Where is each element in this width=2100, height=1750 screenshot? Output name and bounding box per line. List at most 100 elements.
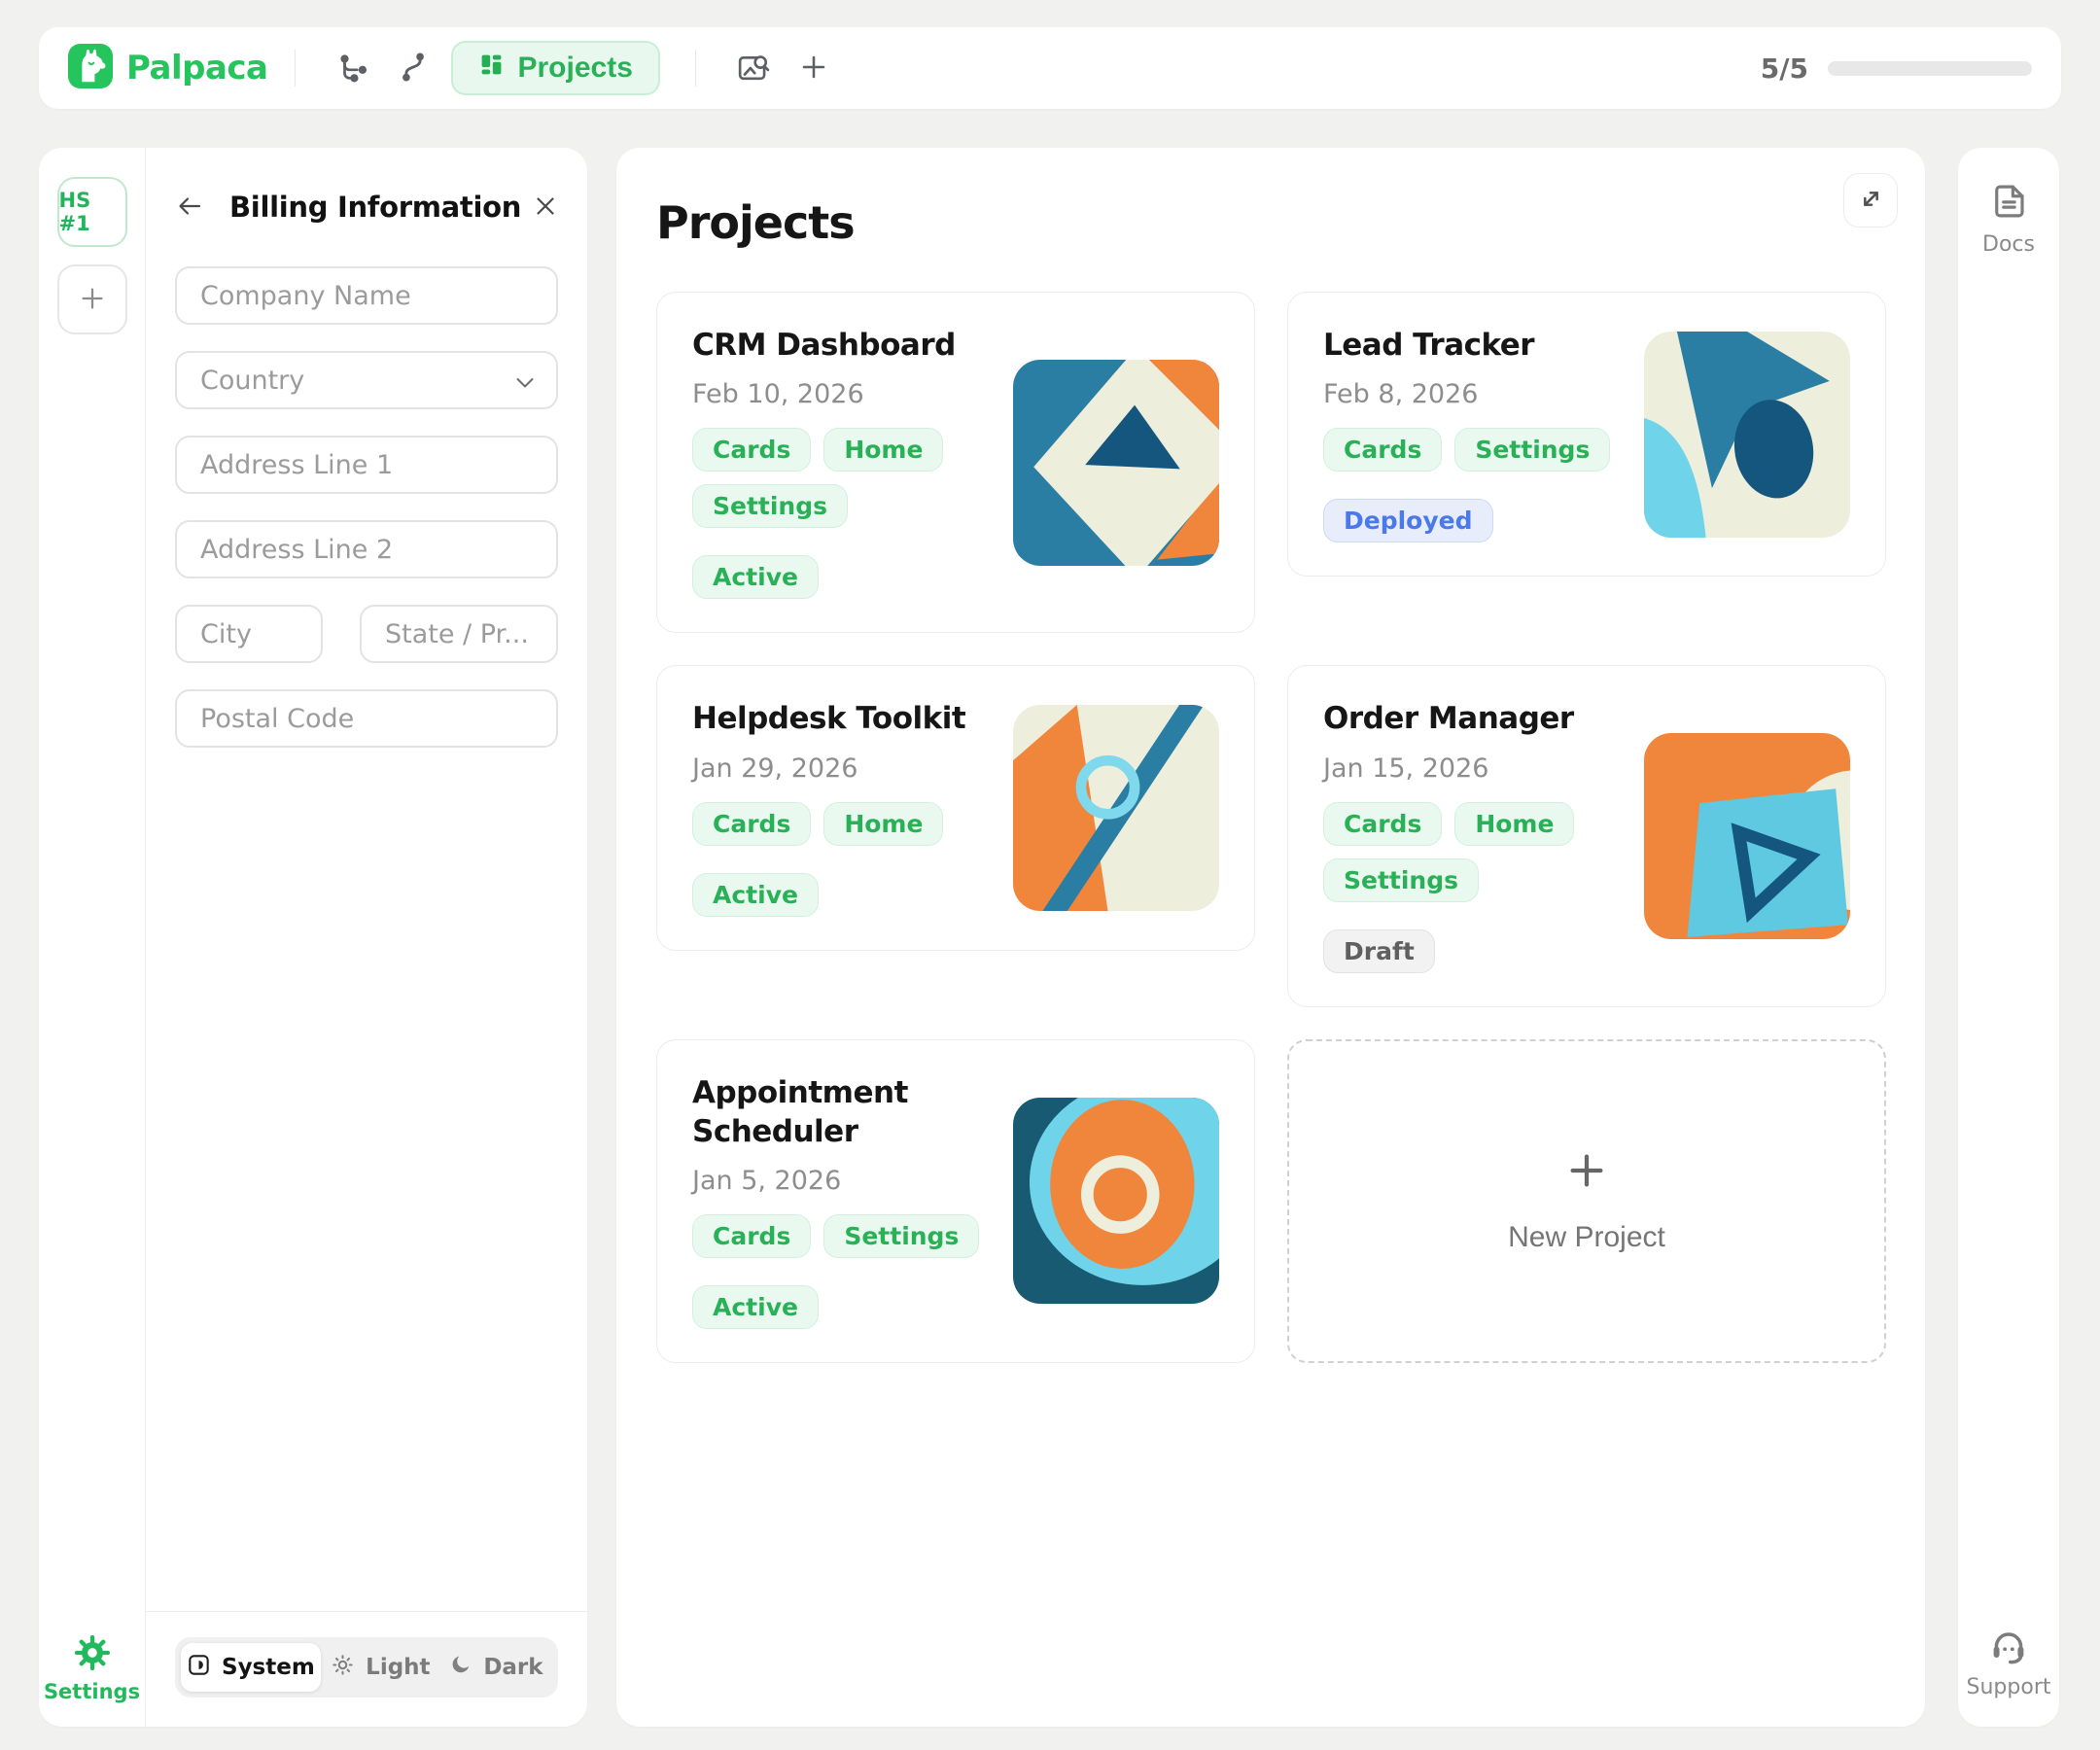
theme-dark-label: Dark bbox=[483, 1655, 542, 1680]
project-title: Order Manager bbox=[1323, 699, 1621, 738]
project-title: Helpdesk Toolkit bbox=[692, 699, 990, 738]
image-search-button[interactable] bbox=[728, 43, 779, 93]
address-line-1-field[interactable] bbox=[175, 436, 558, 494]
theme-light-label: Light bbox=[366, 1655, 430, 1680]
support-label: Support bbox=[1967, 1675, 2051, 1699]
project-title: Lead Tracker bbox=[1323, 326, 1621, 365]
project-tag: Home bbox=[823, 802, 943, 846]
page-title: Projects bbox=[656, 196, 1886, 249]
billing-form bbox=[175, 266, 558, 748]
brand-name: Palpaca bbox=[126, 49, 267, 88]
billing-title: Billing Information bbox=[229, 191, 521, 224]
dashboard-grid-icon bbox=[478, 52, 505, 86]
state-province-field[interactable] bbox=[360, 605, 558, 663]
postal-code-field[interactable] bbox=[175, 689, 558, 748]
project-art-appointment-scheduler bbox=[1013, 1098, 1219, 1304]
expand-icon bbox=[1858, 186, 1884, 215]
new-project-label: New Project bbox=[1508, 1221, 1665, 1254]
workspace-badge[interactable]: HS #1 bbox=[57, 177, 127, 247]
theme-toggle-area: System Light bbox=[146, 1611, 587, 1727]
usage-progress-bar bbox=[1828, 61, 2032, 76]
projects-panel: Projects CRM Dashboard Feb 10, 2026 Card… bbox=[616, 148, 1925, 1727]
project-title: Appointment Scheduler bbox=[692, 1073, 990, 1152]
project-card-appointment-scheduler[interactable]: Appointment Scheduler Jan 5, 2026 Cards … bbox=[656, 1039, 1255, 1364]
theme-light-button[interactable]: Light bbox=[325, 1643, 437, 1692]
expand-panel-button[interactable] bbox=[1843, 173, 1898, 228]
project-card-crm-dashboard[interactable]: CRM Dashboard Feb 10, 2026 Cards Home Se… bbox=[656, 292, 1255, 633]
project-tag: Cards bbox=[692, 428, 811, 472]
new-project-button[interactable]: New Project bbox=[1287, 1039, 1886, 1364]
plus-icon bbox=[1564, 1148, 1609, 1196]
divider bbox=[295, 50, 296, 87]
project-tag: Settings bbox=[823, 1214, 979, 1258]
plus-icon bbox=[798, 52, 829, 86]
moon-icon bbox=[449, 1653, 472, 1682]
project-date: Jan 15, 2026 bbox=[1323, 753, 1621, 784]
close-icon bbox=[533, 193, 558, 222]
project-tag: Cards bbox=[692, 802, 811, 846]
city-field[interactable] bbox=[175, 605, 323, 663]
status-badge: Draft bbox=[1323, 929, 1435, 973]
project-art-lead-tracker bbox=[1644, 332, 1850, 538]
brand-logo: Palpaca bbox=[68, 44, 267, 92]
status-badge: Active bbox=[692, 555, 819, 599]
project-tag: Cards bbox=[1323, 428, 1442, 472]
project-tag: Home bbox=[1454, 802, 1574, 846]
project-tags: Cards Home bbox=[692, 802, 990, 846]
support-button[interactable]: Support bbox=[1967, 1624, 2051, 1699]
project-art-helpdesk-toolkit bbox=[1013, 705, 1219, 911]
contrast-square-icon bbox=[187, 1653, 211, 1683]
flow-nav-button[interactable] bbox=[328, 43, 378, 93]
sun-icon bbox=[331, 1653, 355, 1683]
usage-meter: 5/5 bbox=[1761, 52, 2032, 85]
theme-toggle: System Light bbox=[175, 1637, 558, 1698]
status-badge: Deployed bbox=[1323, 499, 1493, 542]
project-date: Feb 10, 2026 bbox=[692, 379, 990, 409]
project-date: Feb 8, 2026 bbox=[1323, 379, 1621, 409]
alpaca-logo-icon bbox=[68, 44, 113, 92]
status-badge: Active bbox=[692, 1285, 819, 1329]
plus-icon bbox=[78, 284, 107, 316]
right-rail: Docs Support bbox=[1958, 148, 2059, 1727]
project-date: Jan 5, 2026 bbox=[692, 1166, 990, 1196]
project-card-order-manager[interactable]: Order Manager Jan 15, 2026 Cards Home Se… bbox=[1287, 665, 1886, 1006]
project-tag: Settings bbox=[1323, 858, 1479, 902]
workflow-icon bbox=[336, 51, 369, 87]
docs-button[interactable]: Docs bbox=[1982, 181, 2035, 257]
back-button[interactable] bbox=[175, 192, 204, 224]
workspace-rail: HS #1 bbox=[39, 148, 146, 1727]
address-line-2-field[interactable] bbox=[175, 520, 558, 578]
billing-header: Billing Information bbox=[175, 185, 558, 229]
add-tab-button[interactable] bbox=[788, 43, 839, 93]
project-date: Jan 29, 2026 bbox=[692, 753, 990, 784]
theme-dark-button[interactable]: Dark bbox=[440, 1643, 552, 1692]
headset-icon bbox=[1988, 1624, 2029, 1668]
theme-system-button[interactable]: System bbox=[181, 1643, 321, 1692]
company-name-field[interactable] bbox=[175, 266, 558, 325]
left-panel: HS #1 bbox=[39, 148, 587, 1727]
divider bbox=[695, 50, 696, 87]
project-tag: Cards bbox=[1323, 802, 1442, 846]
status-badge: Active bbox=[692, 873, 819, 917]
country-select[interactable] bbox=[175, 351, 558, 409]
arrow-left-icon bbox=[175, 192, 204, 224]
gear-icon bbox=[73, 1633, 112, 1676]
project-tag: Settings bbox=[1454, 428, 1610, 472]
project-card-lead-tracker[interactable]: Lead Tracker Feb 8, 2026 Cards Settings … bbox=[1287, 292, 1886, 577]
billing-panel: Billing Information bbox=[146, 148, 587, 1727]
settings-button[interactable]: Settings bbox=[39, 1633, 145, 1703]
projects-nav-button[interactable]: Projects bbox=[451, 41, 659, 95]
add-workspace-button[interactable] bbox=[57, 264, 127, 334]
project-tag: Home bbox=[823, 428, 943, 472]
project-card-helpdesk-toolkit[interactable]: Helpdesk Toolkit Jan 29, 2026 Cards Home… bbox=[656, 665, 1255, 950]
project-tag: Settings bbox=[692, 484, 848, 528]
route-nav-button[interactable] bbox=[388, 43, 438, 93]
route-icon bbox=[397, 51, 430, 87]
project-art-order-manager bbox=[1644, 733, 1850, 939]
close-button[interactable] bbox=[533, 193, 558, 222]
project-tag: Cards bbox=[692, 1214, 811, 1258]
projects-nav-label: Projects bbox=[517, 52, 632, 85]
document-icon bbox=[1988, 181, 2029, 226]
project-tags: Cards Settings bbox=[1323, 428, 1621, 472]
settings-label: Settings bbox=[44, 1680, 140, 1703]
